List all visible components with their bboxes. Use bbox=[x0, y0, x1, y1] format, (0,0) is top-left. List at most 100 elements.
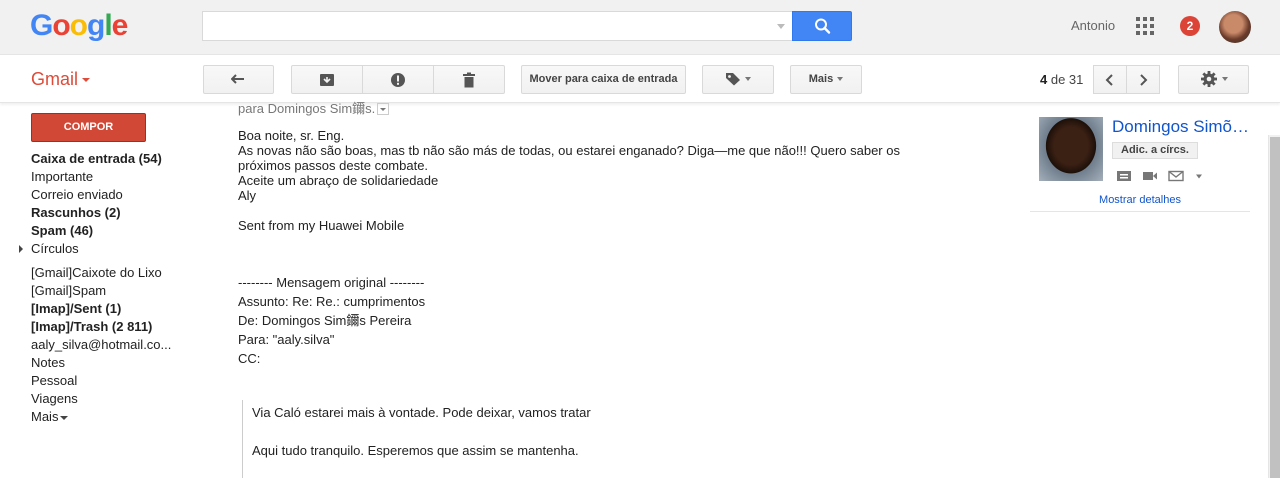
back-icon bbox=[230, 74, 244, 84]
sidebar-item-label: Rascunhos (2) bbox=[31, 205, 121, 220]
contact-name[interactable]: Domingos Simões Pereira bbox=[1112, 117, 1250, 137]
sidebar-item-label: Spam (46) bbox=[31, 223, 94, 238]
logo-letter: l bbox=[104, 9, 112, 42]
logo-letter: o bbox=[69, 9, 88, 42]
user-name[interactable]: Antonio bbox=[1071, 18, 1115, 33]
action-toolbar: Gmail Mover para caixa de entrada Mais 4… bbox=[0, 55, 1280, 103]
sidebar-item-label: Caixa de entrada (54) bbox=[31, 151, 162, 166]
report-spam-button[interactable] bbox=[362, 65, 434, 94]
delete-icon bbox=[463, 72, 475, 87]
more-button[interactable]: Mais bbox=[790, 65, 862, 94]
recipient-details-chevron-down-icon[interactable] bbox=[377, 102, 390, 115]
sidebar-item[interactable]: Spam (46) bbox=[0, 222, 200, 240]
original-subject: Assunto: Re: Re.: cumprimentos bbox=[238, 294, 426, 309]
apps-grid-icon[interactable] bbox=[1136, 17, 1154, 35]
move-to-inbox-button[interactable]: Mover para caixa de entrada bbox=[521, 65, 686, 94]
original-cc: CC: bbox=[238, 351, 261, 366]
scrollbar-thumb[interactable] bbox=[1270, 137, 1280, 478]
sidebar-item[interactable]: [Gmail]Spam bbox=[0, 282, 200, 300]
body-line: Aceite um abraço de solidariedade bbox=[238, 173, 439, 188]
pager-nav bbox=[1093, 65, 1160, 94]
newer-button[interactable] bbox=[1093, 65, 1127, 94]
more-actions-chevron-down-icon[interactable] bbox=[1194, 171, 1204, 181]
search-icon bbox=[815, 18, 831, 34]
logo-letter: G bbox=[30, 9, 53, 42]
show-details-link[interactable]: Mostrar detalhes bbox=[1030, 194, 1250, 206]
quote-line: Aqui tudo tranquilo. Esperemos que assim… bbox=[252, 443, 579, 458]
back-button[interactable] bbox=[203, 65, 274, 94]
video-call-icon[interactable] bbox=[1142, 170, 1158, 182]
expand-arrow-icon[interactable] bbox=[19, 245, 23, 253]
body-line: Boa noite, sr. Eng. bbox=[238, 128, 345, 143]
logo-letter: o bbox=[52, 9, 70, 42]
avatar[interactable] bbox=[1219, 11, 1251, 43]
labels-button[interactable] bbox=[702, 65, 774, 94]
delete-button[interactable] bbox=[433, 65, 505, 94]
contact-photo[interactable] bbox=[1039, 117, 1103, 181]
search-input[interactable] bbox=[203, 12, 792, 40]
chat-icon[interactable] bbox=[1116, 170, 1132, 182]
older-button[interactable] bbox=[1126, 65, 1160, 94]
gmail-menu[interactable]: Gmail bbox=[31, 69, 91, 90]
sidebar-item-label: aaly_silva@hotmail.co... bbox=[31, 337, 172, 352]
sidebar-item[interactable]: Mais bbox=[0, 408, 200, 426]
chevron-down-icon bbox=[837, 77, 844, 82]
sidebar-item-label: Pessoal bbox=[31, 373, 78, 388]
search-options-chevron-down-icon[interactable] bbox=[777, 24, 785, 29]
next-icon bbox=[1140, 73, 1148, 86]
logo-letter: e bbox=[111, 9, 129, 42]
gmail-label: Gmail bbox=[31, 69, 79, 89]
message-actions-group bbox=[291, 65, 505, 94]
email-icon[interactable] bbox=[1168, 170, 1184, 182]
sidebar-item-label: Viagens bbox=[31, 391, 78, 406]
quote-line: Via Caló estarei mais à vontade. Pode de… bbox=[252, 405, 591, 420]
archive-button[interactable] bbox=[291, 65, 363, 94]
body-line: As novas não são boas, mas tb não são má… bbox=[238, 143, 904, 173]
original-from: De: Domingos Sim鑈s Pereira bbox=[238, 313, 412, 328]
settings-button[interactable] bbox=[1178, 65, 1249, 94]
sidebar-item[interactable]: Caixa de entrada (54) bbox=[0, 150, 200, 168]
settings-icon bbox=[1200, 71, 1217, 88]
more-label: Mais bbox=[808, 73, 834, 85]
sidebar-item[interactable]: [Imap]/Sent (1) bbox=[0, 300, 200, 318]
recipient-text: para Domingos Sim鑈s. bbox=[238, 101, 376, 116]
add-to-circles-button[interactable]: Adic. a círcs. bbox=[1112, 142, 1198, 159]
sidebar-item[interactable]: Viagens bbox=[0, 390, 200, 408]
chevron-down-icon bbox=[745, 77, 751, 82]
sidebar-item[interactable]: Círculos bbox=[0, 240, 200, 258]
report-spam-icon bbox=[391, 72, 405, 87]
sidebar-item-label: Correio enviado bbox=[31, 187, 123, 202]
sidebar-item-label: Mais bbox=[31, 409, 59, 424]
sidebar-item[interactable]: Rascunhos (2) bbox=[0, 204, 200, 222]
scrollbar[interactable] bbox=[1268, 135, 1280, 478]
sidebar-item[interactable]: [Gmail]Caixote do Lixo bbox=[0, 264, 200, 282]
chevron-down-icon bbox=[60, 415, 69, 420]
pager: 4 de 31 bbox=[1040, 72, 1083, 87]
sidebar-item[interactable]: Notes bbox=[0, 354, 200, 372]
sidebar-item[interactable]: aaly_silva@hotmail.co... bbox=[0, 336, 200, 354]
signature: Sent from my Huawei Mobile bbox=[238, 218, 405, 233]
sidebar-item[interactable]: Correio enviado bbox=[0, 186, 200, 204]
message-body: para Domingos Sim鑈s. Boa noite, sr. Eng.… bbox=[238, 101, 978, 368]
sidebar: Caixa de entrada (54) Importante Correio e… bbox=[0, 150, 200, 426]
contact-actions bbox=[1116, 170, 1204, 182]
sidebar-item-label: Círculos bbox=[31, 241, 79, 256]
body-line: Aly bbox=[238, 188, 257, 203]
sidebar-item[interactable]: [Imap]/Trash (2 811) bbox=[0, 318, 200, 336]
archive-icon bbox=[320, 73, 334, 86]
search-button[interactable] bbox=[792, 11, 852, 41]
recipient-line: para Domingos Sim鑈s. bbox=[238, 101, 978, 116]
notifications-badge[interactable]: 2 bbox=[1180, 16, 1200, 36]
sidebar-item-label: [Gmail]Spam bbox=[31, 283, 107, 298]
sidebar-item[interactable]: Pessoal bbox=[0, 372, 200, 390]
compose-button[interactable]: COMPOR bbox=[31, 113, 146, 142]
original-to: Para: "aaly.silva" bbox=[238, 332, 335, 347]
sidebar-item-label: [Imap]/Sent (1) bbox=[31, 301, 122, 316]
prev-icon bbox=[1105, 73, 1113, 86]
sidebar-item-label: [Gmail]Caixote do Lixo bbox=[31, 265, 162, 280]
sidebar-item[interactable]: Importante bbox=[0, 168, 200, 186]
top-bar: Google Antonio 2 bbox=[0, 0, 1280, 55]
chevron-down-icon bbox=[82, 78, 91, 83]
google-logo[interactable]: Google bbox=[30, 9, 129, 43]
search-box[interactable] bbox=[202, 11, 792, 41]
